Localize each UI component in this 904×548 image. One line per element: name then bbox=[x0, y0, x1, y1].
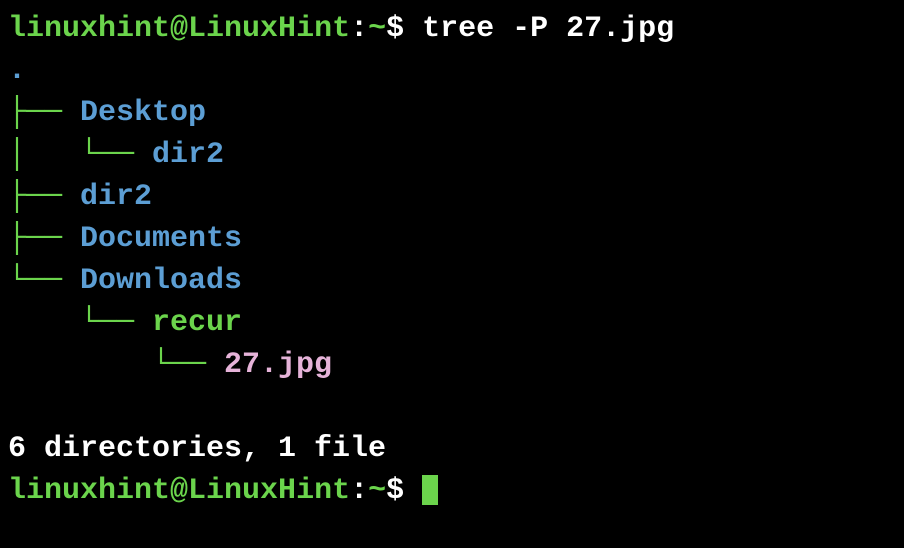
prompt-host-2: LinuxHint bbox=[188, 474, 350, 508]
tree-line: └── Downloads bbox=[8, 260, 896, 302]
tree-entry: 27.jpg bbox=[224, 348, 332, 382]
tree-branch: │ └── bbox=[8, 138, 152, 172]
tree-entry: recur bbox=[152, 306, 242, 340]
tree-branch: ├── bbox=[8, 96, 80, 130]
tree-branch: ├── bbox=[8, 222, 80, 256]
tree-entry: Downloads bbox=[80, 264, 242, 298]
summary-text: 6 directories, 1 file bbox=[8, 432, 386, 466]
tree-line: ├── Desktop bbox=[8, 92, 896, 134]
blank-line bbox=[8, 386, 896, 428]
tree-line: ├── dir2 bbox=[8, 176, 896, 218]
prompt-at-2: @ bbox=[170, 474, 188, 508]
tree-branch: ├── bbox=[8, 180, 80, 214]
prompt-path-2: ~ bbox=[368, 474, 386, 508]
command-text: tree -P 27.jpg bbox=[422, 12, 674, 46]
tree-line: └── 27.jpg bbox=[8, 344, 896, 386]
tree-branch: └── bbox=[8, 264, 80, 298]
prompt-host: LinuxHint bbox=[188, 12, 350, 46]
tree-entry: Desktop bbox=[80, 96, 206, 130]
prompt-line-1[interactable]: linuxhint@LinuxHint:~$ tree -P 27.jpg bbox=[8, 8, 896, 50]
prompt-at: @ bbox=[170, 12, 188, 46]
tree-line: ├── Documents bbox=[8, 218, 896, 260]
tree-dot: . bbox=[8, 54, 26, 88]
prompt-colon: : bbox=[350, 12, 368, 46]
prompt-path: ~ bbox=[368, 12, 386, 46]
tree-entry: Documents bbox=[80, 222, 242, 256]
tree-line: │ └── dir2 bbox=[8, 134, 896, 176]
prompt-colon-2: : bbox=[350, 474, 368, 508]
tree-branch: └── bbox=[8, 306, 152, 340]
prompt-dollar-2: $ bbox=[386, 474, 422, 508]
prompt-line-2[interactable]: linuxhint@LinuxHint:~$ bbox=[8, 470, 896, 512]
summary-line: 6 directories, 1 file bbox=[8, 428, 896, 470]
prompt-user-2: linuxhint bbox=[8, 474, 170, 508]
tree-line: └── recur bbox=[8, 302, 896, 344]
tree-entry: dir2 bbox=[80, 180, 152, 214]
prompt-dollar: $ bbox=[386, 12, 422, 46]
tree-root: . bbox=[8, 50, 896, 92]
prompt-user: linuxhint bbox=[8, 12, 170, 46]
cursor bbox=[422, 475, 438, 505]
tree-output: ├── Desktop│ └── dir2├── dir2├── Documen… bbox=[8, 92, 896, 386]
tree-branch: └── bbox=[8, 348, 224, 382]
tree-entry: dir2 bbox=[152, 138, 224, 172]
